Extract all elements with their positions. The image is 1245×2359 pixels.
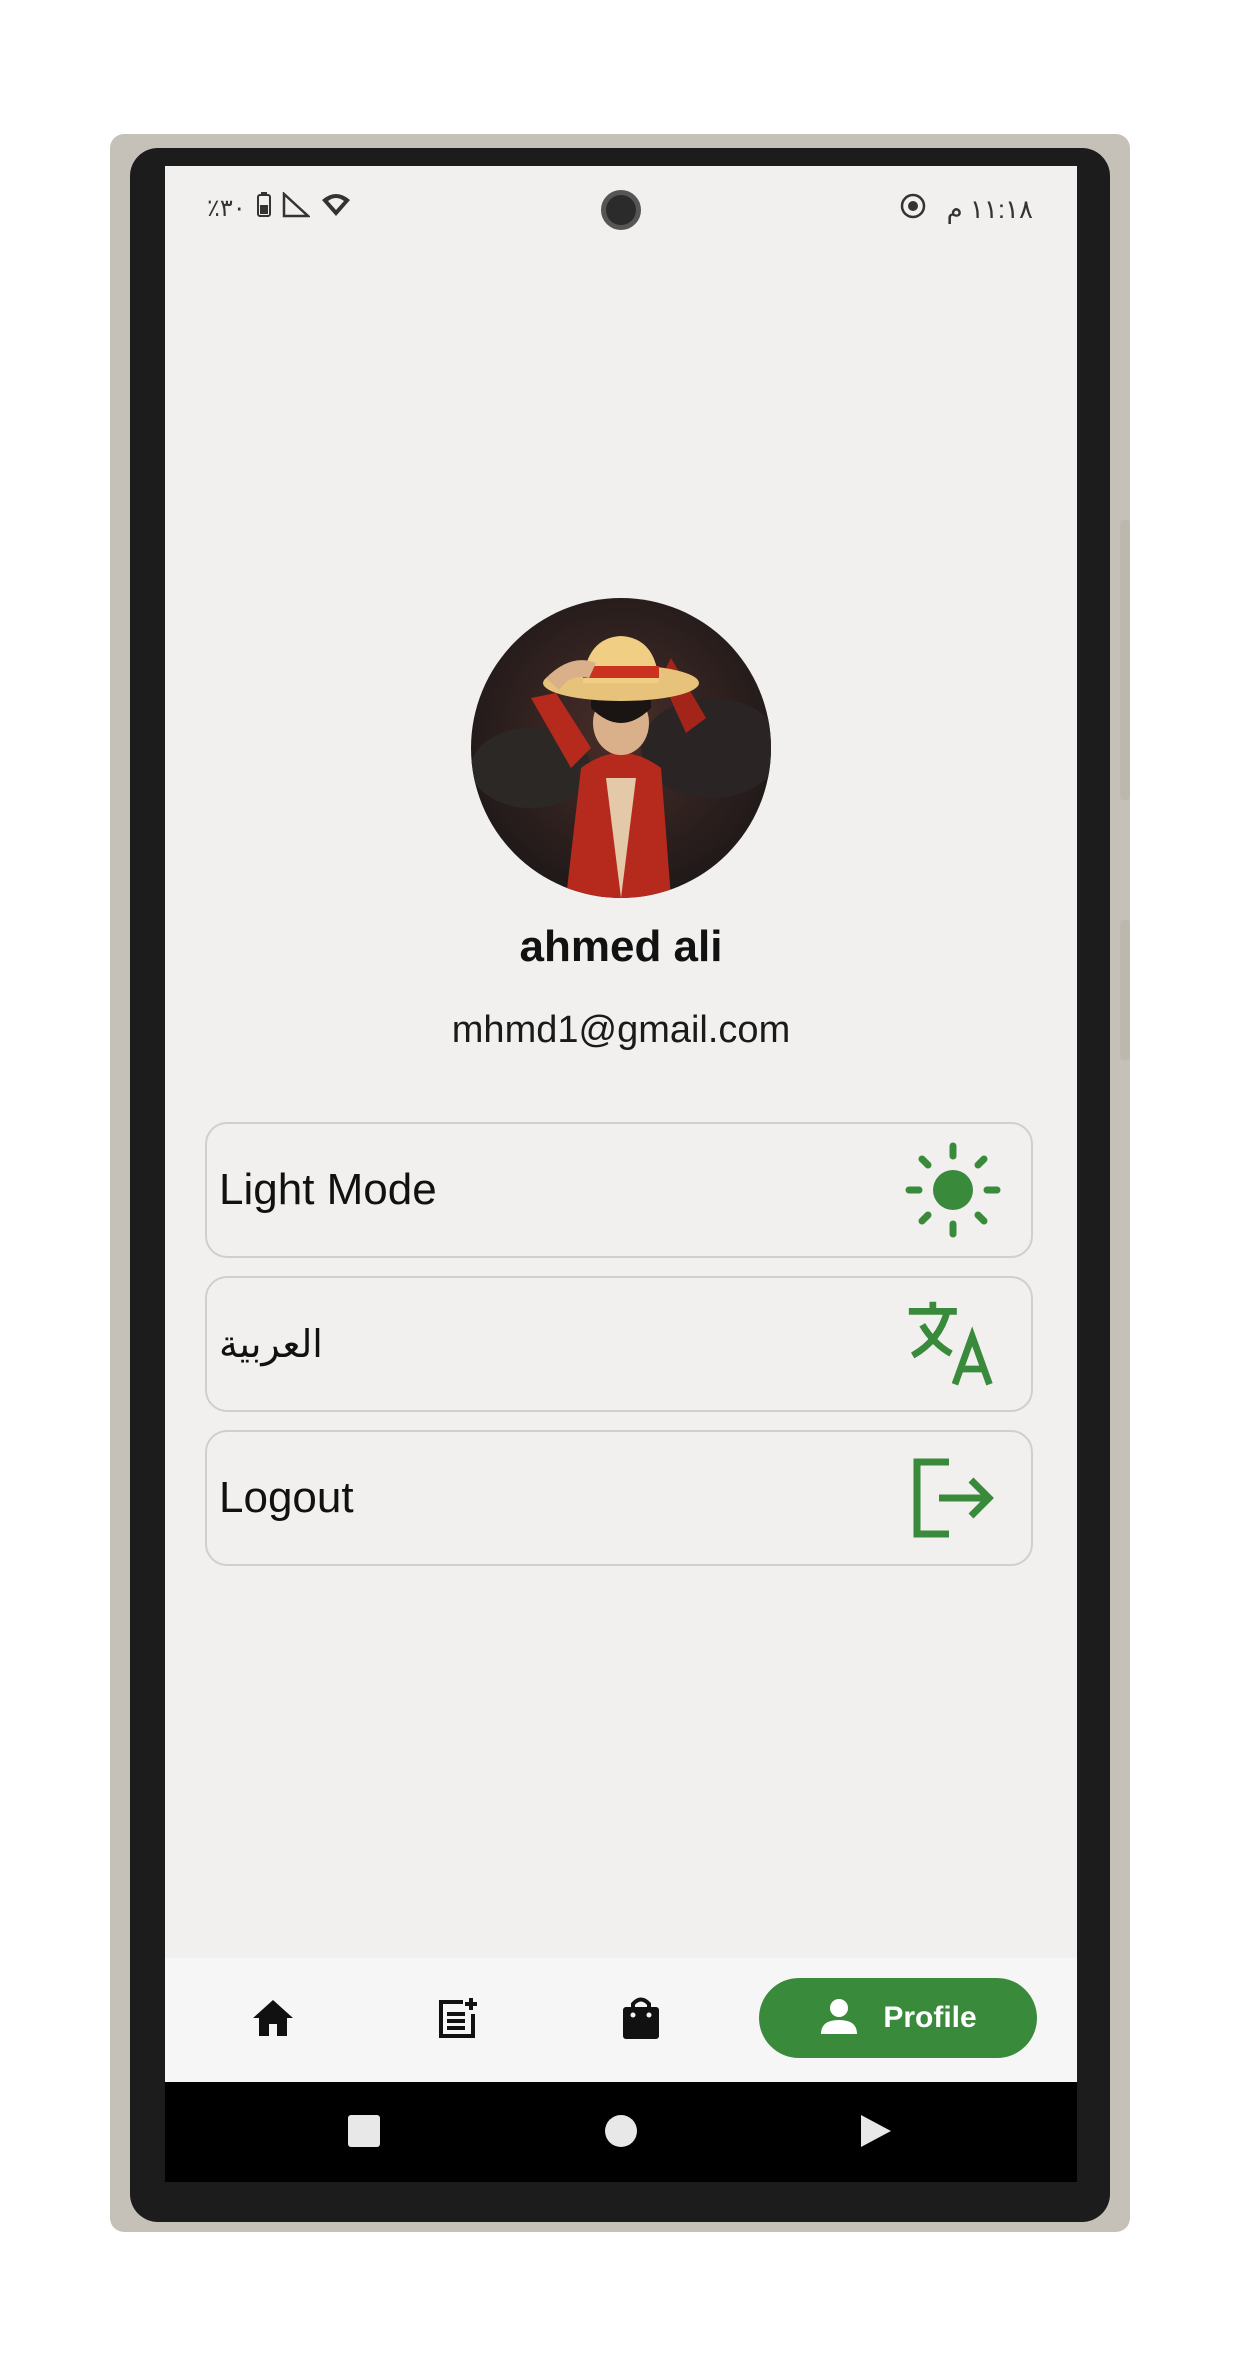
status-time: ١١:١٨ م — [946, 194, 1033, 224]
nav-add-post[interactable] — [427, 1988, 491, 2052]
light-mode-label: Light Mode — [219, 1165, 437, 1214]
sun-icon — [905, 1142, 1001, 1238]
bottom-nav: Profile — [165, 1958, 1077, 2082]
home-circle-icon[interactable] — [604, 2114, 638, 2153]
nav-home[interactable] — [241, 1988, 305, 2052]
user-email: mhmd1@gmail.com — [451, 1009, 791, 1051]
status-right: ١١:١٨ م — [899, 192, 1033, 227]
status-left: ٪٣٠ — [207, 191, 352, 225]
user-name: ahmed ali — [519, 922, 723, 971]
battery-icon — [256, 192, 272, 225]
language-option[interactable]: العربية — [205, 1276, 1033, 1412]
front-camera — [601, 190, 641, 230]
shopping-bag-icon — [621, 1995, 661, 2046]
language-label: العربية — [219, 1322, 323, 1366]
logout-option[interactable]: Logout — [205, 1430, 1033, 1566]
home-icon — [251, 1998, 295, 2043]
logout-label: Logout — [219, 1473, 354, 1522]
app-screen: ٪٣٠ ١١:١٨ م ahmed ali mhmd1@gmail.com Li… — [165, 166, 1077, 2182]
post-add-icon — [437, 1996, 481, 2045]
power-button — [1120, 920, 1130, 1060]
light-mode-option[interactable]: Light Mode — [205, 1122, 1033, 1258]
translate-icon — [905, 1296, 1001, 1392]
logout-icon — [905, 1450, 1001, 1546]
wifi-icon — [320, 192, 352, 225]
screen-record-icon — [899, 192, 927, 227]
volume-button — [1120, 520, 1130, 800]
person-icon — [819, 1996, 859, 2041]
system-nav-bar — [165, 2082, 1077, 2182]
nav-cart[interactable] — [609, 1988, 673, 2052]
nav-profile-label: Profile — [883, 2001, 977, 2034]
no-signal-icon — [282, 191, 311, 225]
recents-icon[interactable] — [347, 2114, 381, 2153]
nav-profile[interactable]: Profile — [759, 1978, 1037, 2058]
avatar-image — [471, 598, 771, 898]
back-icon[interactable] — [859, 2114, 893, 2153]
battery-text: ٪٣٠ — [207, 195, 246, 222]
